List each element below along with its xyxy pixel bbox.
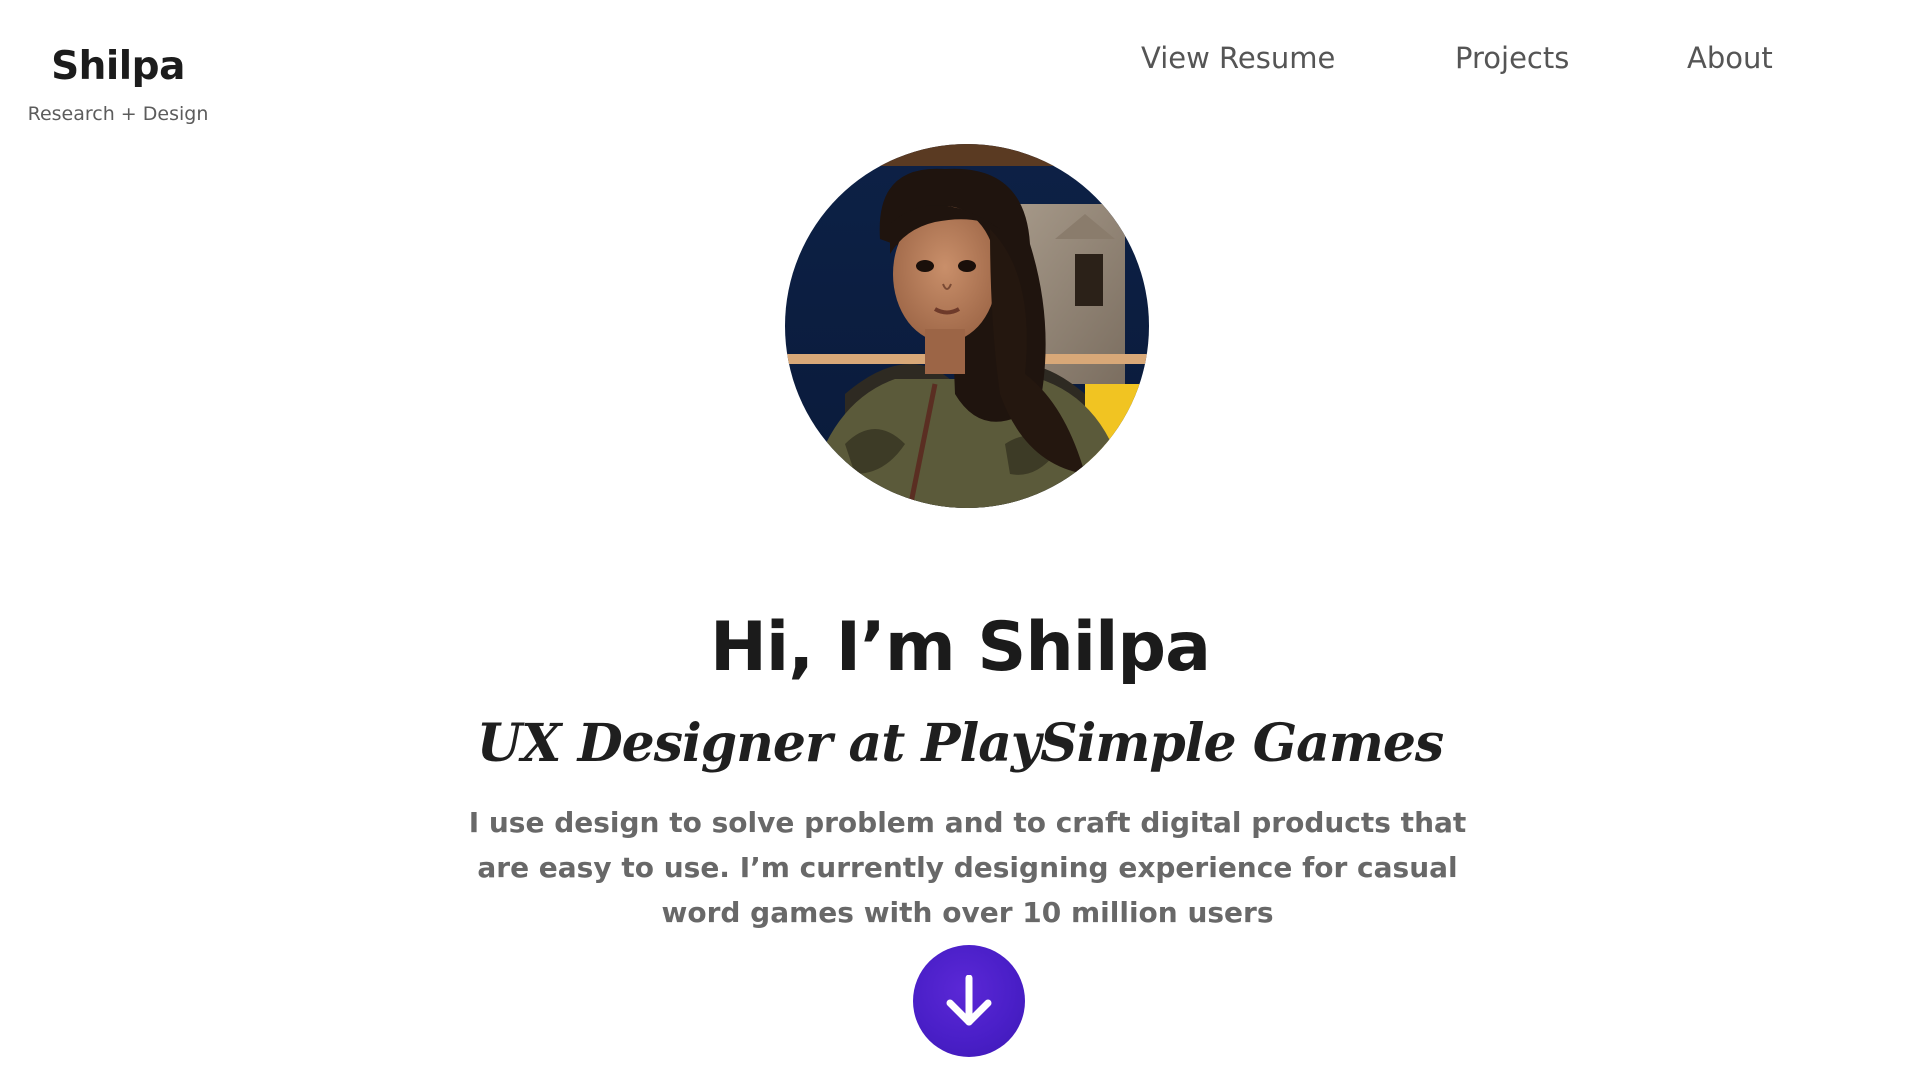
portfolio-page: Shilpa Research + Design View Resume Pro… <box>0 0 1920 1080</box>
profile-photo-image <box>785 144 1149 508</box>
hero-title: Hi, I’m Shilpa <box>710 607 1211 687</box>
main-nav: View Resume Projects About <box>0 38 1920 78</box>
profile-photo <box>785 144 1149 508</box>
arrow-down-icon <box>946 975 992 1026</box>
hero-description: I use design to solve problem and to cra… <box>468 806 1467 929</box>
scroll-down-button[interactable] <box>913 945 1025 1057</box>
brand-tagline: Research + Design <box>27 103 209 125</box>
hero-subtitle: UX Designer at PlaySimple Games <box>476 713 1444 775</box>
nav-item-view-resume[interactable]: View Resume <box>1141 38 1335 78</box>
nav-item-projects[interactable]: Projects <box>1455 38 1569 78</box>
nav-item-about[interactable]: About <box>1687 38 1773 78</box>
